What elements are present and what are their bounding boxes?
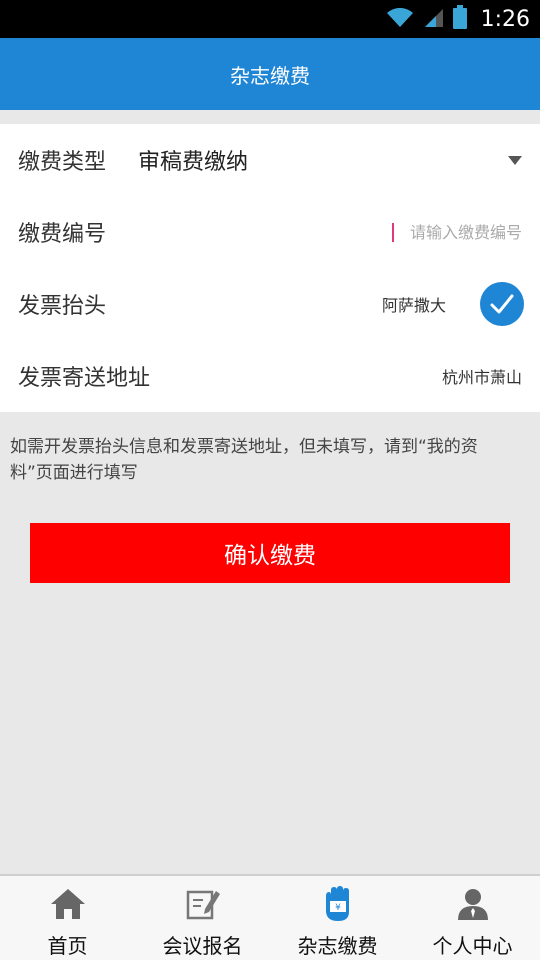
battery-icon: [452, 5, 467, 33]
tab-conference-registration[interactable]: 会议报名: [135, 876, 270, 960]
status-time: 1:26: [480, 6, 530, 32]
confirm-payment-button[interactable]: 确认缴费: [30, 523, 510, 583]
fee-type-select[interactable]: 审稿费缴纳: [138, 144, 508, 176]
home-icon: [48, 886, 88, 922]
invoice-title-label: 发票抬头: [18, 294, 107, 319]
page-title: 杂志缴费: [230, 63, 310, 88]
invoice-address-label: 发票寄送地址: [18, 366, 151, 391]
tab-profile[interactable]: 个人中心: [405, 876, 540, 960]
tab-home-label: 首页: [47, 934, 88, 958]
fee-code-row: 缴费编号: [0, 196, 540, 268]
dropdown-arrow-icon[interactable]: [508, 155, 522, 165]
svg-text:¥: ¥: [335, 903, 341, 913]
fee-code-input[interactable]: [392, 222, 522, 242]
invoice-checkbox[interactable]: [480, 282, 524, 326]
invoice-title-value: 阿萨撒大: [381, 296, 446, 315]
signal-icon: [423, 6, 445, 32]
tab-home[interactable]: 首页: [0, 876, 135, 960]
app-bar: 杂志缴费: [0, 38, 540, 110]
bottom-tab-bar: 首页 会议报名 ¥ 杂志缴费 个人中心: [0, 874, 540, 960]
invoice-title-row: 发票抬头 阿萨撒大: [0, 268, 540, 340]
invoice-note: 如需开发票抬头信息和发票寄送地址，但未填写，请到“我的资料”页面进行填写: [10, 437, 478, 483]
fee-type-label: 缴费类型: [18, 150, 107, 175]
checkmark-icon: [490, 294, 514, 314]
tab-magazine-payment[interactable]: ¥ 杂志缴费: [270, 876, 405, 960]
fee-type-row[interactable]: 缴费类型 审稿费缴纳: [0, 124, 540, 196]
payment-form: 缴费类型 审稿费缴纳 缴费编号 发票抬头 阿萨撒大 发票寄送地址 杭州市萧山: [0, 124, 540, 412]
payment-hand-icon: ¥: [318, 886, 358, 922]
tab-conference-label: 会议报名: [162, 934, 243, 958]
tab-profile-label: 个人中心: [432, 934, 513, 958]
user-icon: [453, 886, 493, 922]
invoice-address-row[interactable]: 发票寄送地址 杭州市萧山: [0, 340, 540, 412]
wifi-icon: [385, 6, 415, 32]
status-bar: 1:26: [0, 0, 540, 38]
invoice-address-value: 杭州市萧山: [441, 368, 522, 387]
tab-magazine-label: 杂志缴费: [297, 934, 378, 958]
edit-form-icon: [183, 886, 223, 922]
fee-code-label: 缴费编号: [18, 222, 107, 247]
